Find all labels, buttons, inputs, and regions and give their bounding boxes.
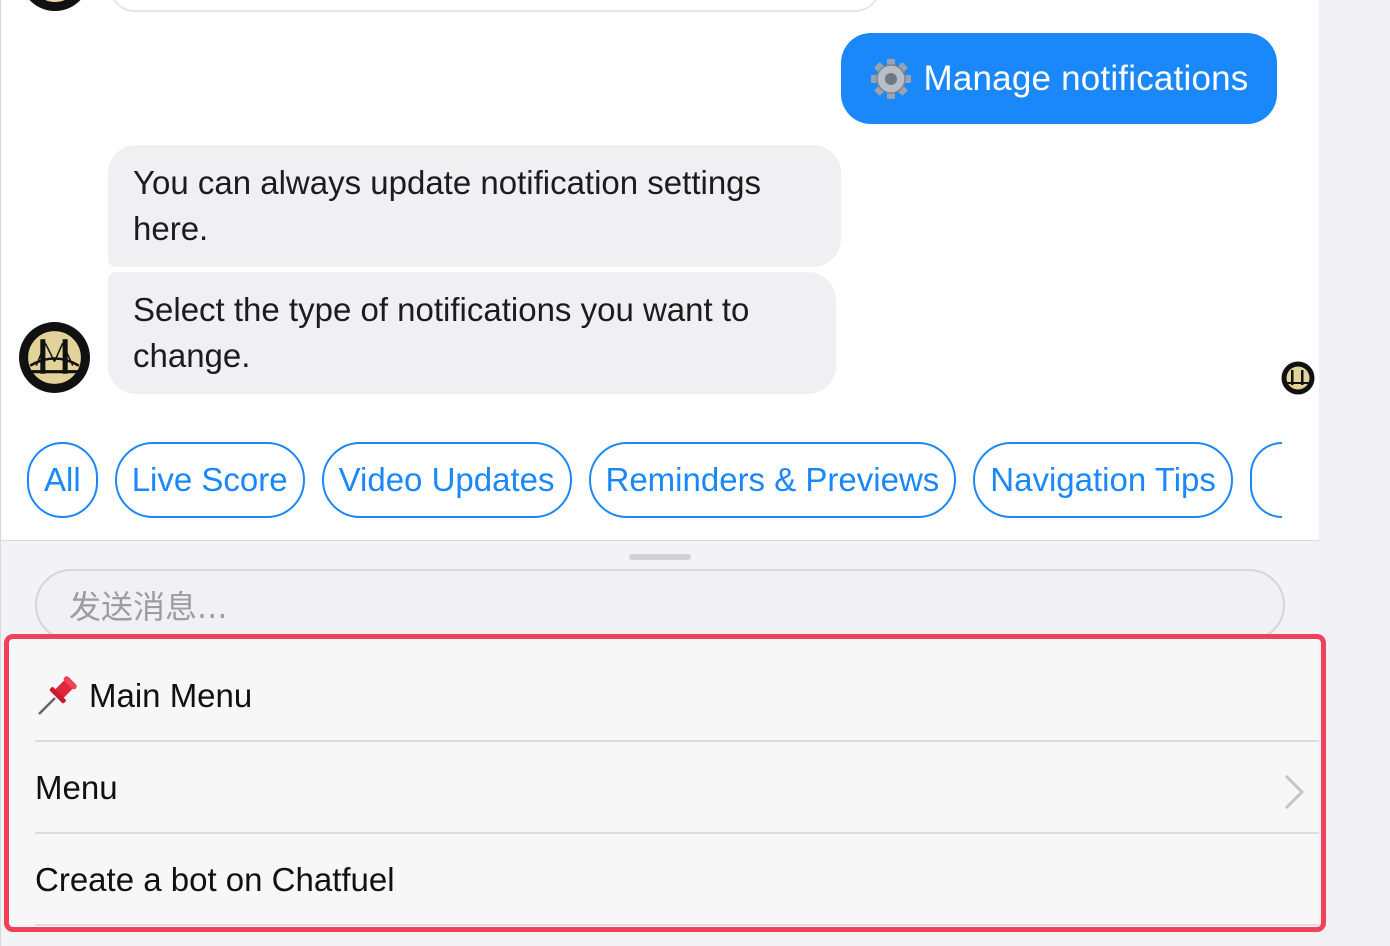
bot-avatar-top: [29, 0, 81, 11]
outgoing-message-bubble: Manage notifications: [841, 33, 1277, 124]
quick-reply-label: Live Score: [131, 461, 288, 498]
quick-reply-label: Reminders & Previews: [605, 461, 940, 498]
composer-panel: 发送消息... Main Menu Menu Create a bot on C…: [1, 540, 1319, 946]
menu-item-label: Menu: [35, 769, 118, 806]
quick-reply-label: Navigation Tips: [990, 461, 1216, 498]
persistent-menu: Main Menu Menu Create a bot on Chatfuel: [7, 637, 1319, 927]
pushpin-icon: [38, 676, 77, 715]
menu-item-main-menu[interactable]: Main Menu: [35, 652, 1319, 742]
gear-icon: [871, 58, 912, 99]
menu-item-create-bot[interactable]: Create a bot on Chatfuel: [35, 836, 1319, 926]
quick-reply-reminders-previews[interactable]: Reminders & Previews: [588, 442, 957, 518]
quick-reply-navigation-tips[interactable]: Navigation Tips: [973, 442, 1233, 518]
messenger-chat-window: Manage notifications You can always upda…: [0, 0, 1319, 946]
team-logo-icon[interactable]: [18, 321, 91, 394]
incoming-message-text: Select the type of notifications you wan…: [133, 291, 750, 374]
menu-item-label: Create a bot on Chatfuel: [35, 861, 395, 898]
quick-reply-label: All: [44, 461, 81, 498]
previous-message-bubble: [109, 0, 881, 12]
quick-reply-all[interactable]: All: [27, 442, 98, 518]
drag-handle[interactable]: [629, 554, 691, 560]
quick-reply-live-score[interactable]: Live Score: [114, 442, 305, 518]
quick-reply-video-updates[interactable]: Video Updates: [321, 442, 572, 518]
quick-reply-more[interactable]: [1249, 442, 1282, 518]
incoming-message-text: You can always update notification setti…: [133, 164, 762, 247]
menu-item-menu[interactable]: Menu: [35, 744, 1319, 834]
quick-reply-label: Video Updates: [338, 461, 555, 498]
read-receipt-avatar-icon: [1281, 361, 1315, 395]
quick-replies: All Live Score Video Updates Reminders &…: [27, 442, 1282, 518]
outgoing-message-text: Manage notifications: [923, 58, 1249, 98]
incoming-message-bubble: Select the type of notifications you wan…: [108, 272, 836, 394]
message-input[interactable]: 发送消息...: [35, 569, 1285, 641]
chevron-right-icon: [1284, 774, 1305, 810]
menu-item-label: Main Menu: [89, 677, 253, 714]
message-input-placeholder: 发送消息...: [69, 588, 228, 626]
incoming-message-bubble: You can always update notification setti…: [108, 145, 841, 267]
